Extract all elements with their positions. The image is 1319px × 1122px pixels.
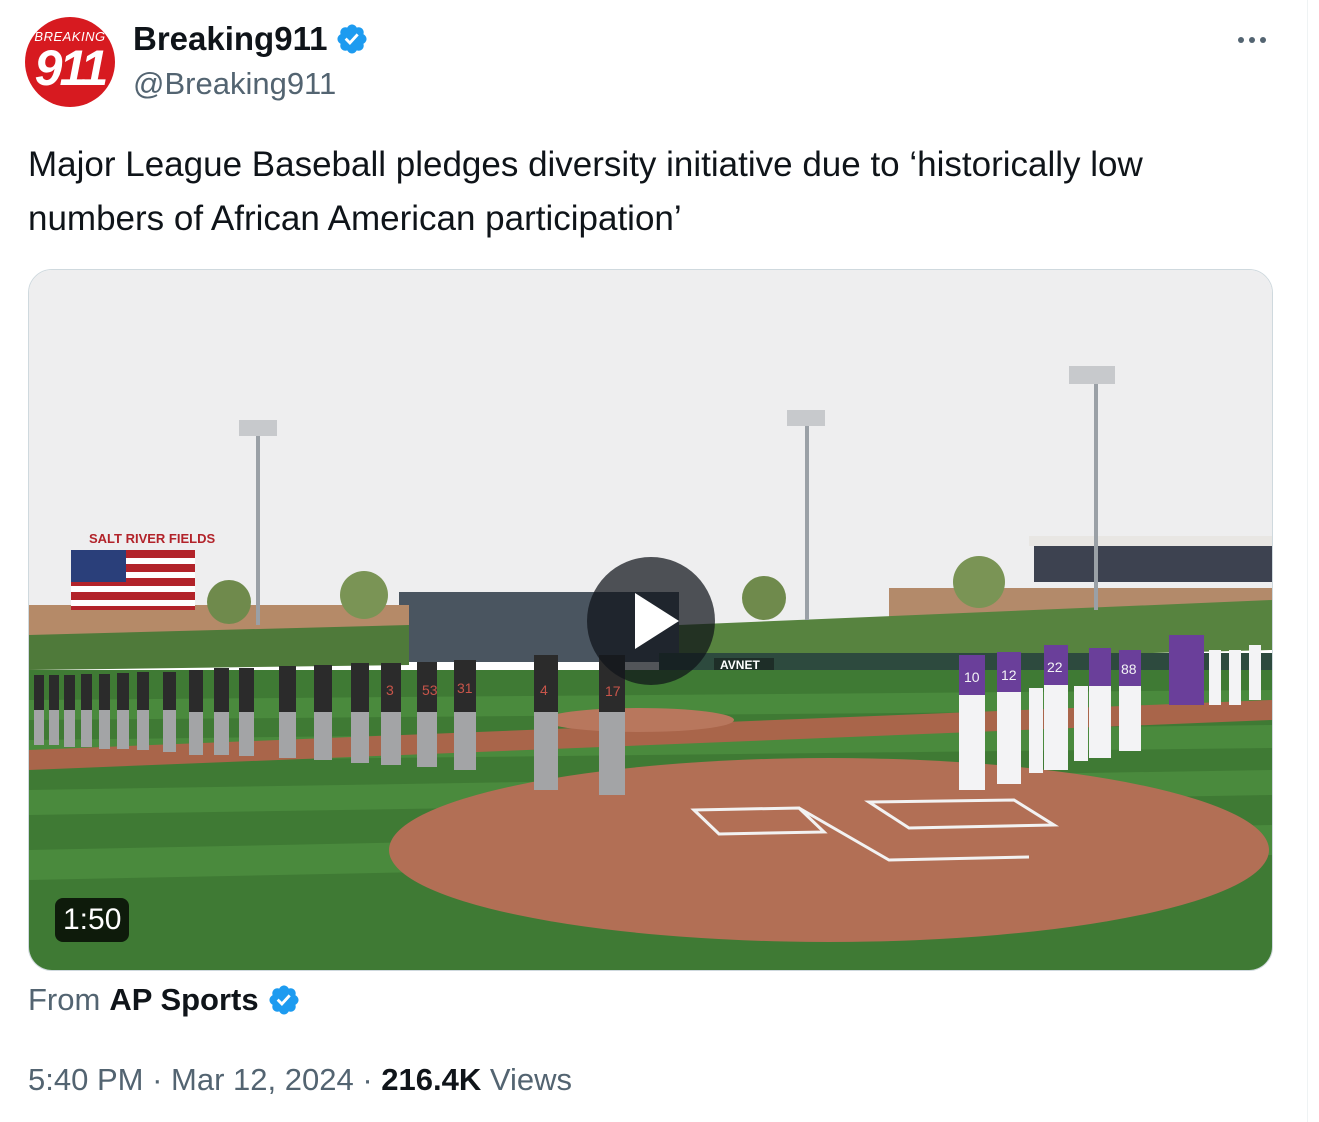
jersey-number: 12 (1001, 667, 1017, 683)
avatar[interactable]: BREAKING 911 (25, 17, 115, 107)
tweet-date-link[interactable]: Mar 12, 2024 (171, 1062, 354, 1097)
author-name-row: Breaking911 (133, 20, 369, 58)
views-count: 216.4K (381, 1062, 482, 1097)
jersey-number: 3 (386, 682, 394, 698)
media-source: From AP Sports (28, 982, 301, 1018)
tweet-time-link[interactable]: 5:40 PM (28, 1062, 143, 1097)
more-dot (1260, 37, 1266, 43)
more-options-icon[interactable] (1228, 24, 1276, 56)
verified-badge-icon (337, 24, 367, 54)
tweet-text: Major League Baseball pledges diversity … (28, 145, 1143, 238)
play-button[interactable] (587, 557, 715, 685)
video-duration: 1:50 (55, 898, 130, 942)
video-player[interactable]: SALT RIVER FIELDS AVNET 3 53 31 4 17 10 … (28, 269, 1273, 971)
jersey-number: 88 (1121, 661, 1137, 677)
meta-separator: · (152, 1062, 171, 1097)
jersey-number: 10 (964, 669, 980, 685)
tweet-meta: 5:40 PM · Mar 12, 2024 · 216.4K Views (28, 1062, 572, 1098)
author-handle[interactable]: @Breaking911 (133, 66, 336, 102)
jersey-number: 17 (605, 683, 621, 699)
author-display-name[interactable]: Breaking911 (133, 20, 327, 58)
source-from-label: From (28, 982, 101, 1017)
more-dot (1249, 37, 1255, 43)
avatar-text-big: 911 (34, 40, 109, 96)
verified-badge-icon (269, 985, 299, 1015)
play-icon (635, 593, 679, 649)
ad-board-text: AVNET (720, 658, 760, 672)
jersey-number: 22 (1047, 659, 1063, 675)
timeline-border (1307, 0, 1308, 1122)
jersey-number: 53 (422, 682, 438, 698)
jersey-number: 31 (457, 680, 473, 696)
separator-dot: · (362, 1062, 373, 1097)
meta-separator: · (362, 1062, 381, 1097)
stadium-sign-text: SALT RIVER FIELDS (89, 531, 215, 546)
jersey-number: 4 (540, 682, 548, 698)
separator-dot: · (152, 1062, 163, 1097)
source-name-link[interactable]: AP Sports (109, 982, 258, 1018)
views-label: Views (489, 1062, 573, 1097)
more-dot (1238, 37, 1244, 43)
